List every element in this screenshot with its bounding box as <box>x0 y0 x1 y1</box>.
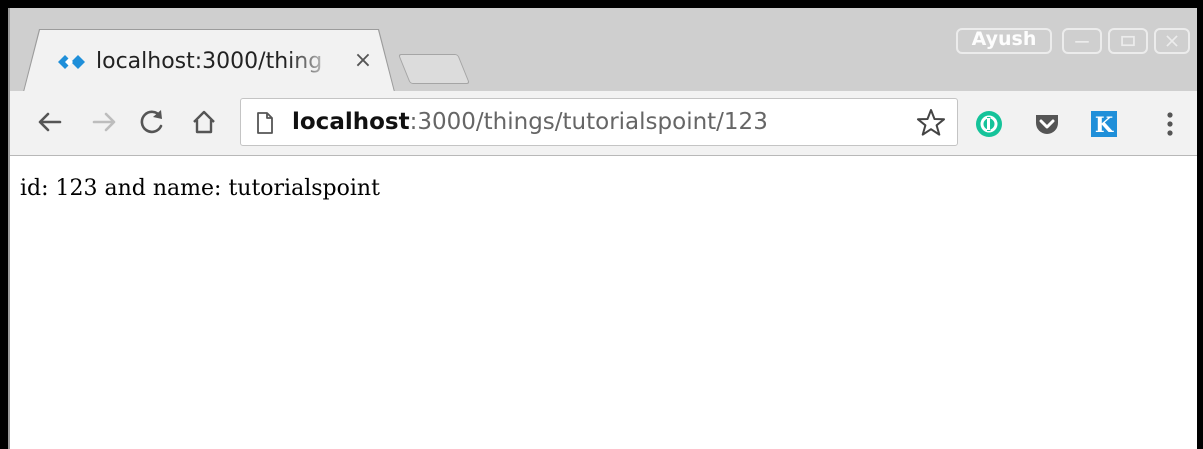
url-host: localhost <box>292 109 410 135</box>
top-black-bar <box>0 0 1203 8</box>
maximize-button[interactable] <box>1108 28 1148 54</box>
k-extension-icon: K <box>1091 111 1117 137</box>
tab-title: localhost:3000/thing <box>96 49 323 74</box>
address-text[interactable]: localhost:3000/things/tutorialspoint/123 <box>292 104 768 140</box>
pocket-icon <box>1036 115 1058 134</box>
back-button[interactable] <box>32 104 68 140</box>
page-info-icon[interactable] <box>255 111 275 135</box>
k-extension-button[interactable]: K <box>1090 110 1118 138</box>
grammarly-extension-button[interactable] <box>975 110 1003 138</box>
new-tab-button[interactable] <box>397 54 471 84</box>
home-button[interactable] <box>186 104 222 140</box>
grammarly-icon <box>976 111 1002 137</box>
vertical-dots-menu-icon[interactable] <box>1160 108 1180 140</box>
close-icon <box>1166 35 1178 47</box>
pocket-extension-button[interactable] <box>1033 110 1061 138</box>
profile-button[interactable]: Ayush <box>956 28 1052 54</box>
k-extension-letter: K <box>1095 112 1114 137</box>
back-arrow-icon <box>38 112 62 132</box>
expressjs-favicon-icon <box>58 55 85 69</box>
maximize-icon <box>1121 35 1135 47</box>
page-body-text: id: 123 and name: tutorialspoint <box>20 176 380 201</box>
reload-icon <box>140 110 163 134</box>
minimize-button[interactable] <box>1062 28 1102 54</box>
close-window-button[interactable] <box>1154 28 1190 54</box>
window-left-edge <box>0 8 8 449</box>
minimize-icon <box>1075 41 1089 43</box>
reload-button[interactable] <box>134 104 170 140</box>
tab-close-button[interactable]: × <box>352 50 374 72</box>
forward-arrow-icon <box>92 112 116 132</box>
window-right-edge <box>1197 8 1203 449</box>
url-path: :3000/things/tutorialspoint/123 <box>409 109 768 135</box>
home-icon <box>193 110 215 134</box>
forward-button[interactable] <box>86 104 122 140</box>
star-icon[interactable] <box>915 107 947 139</box>
